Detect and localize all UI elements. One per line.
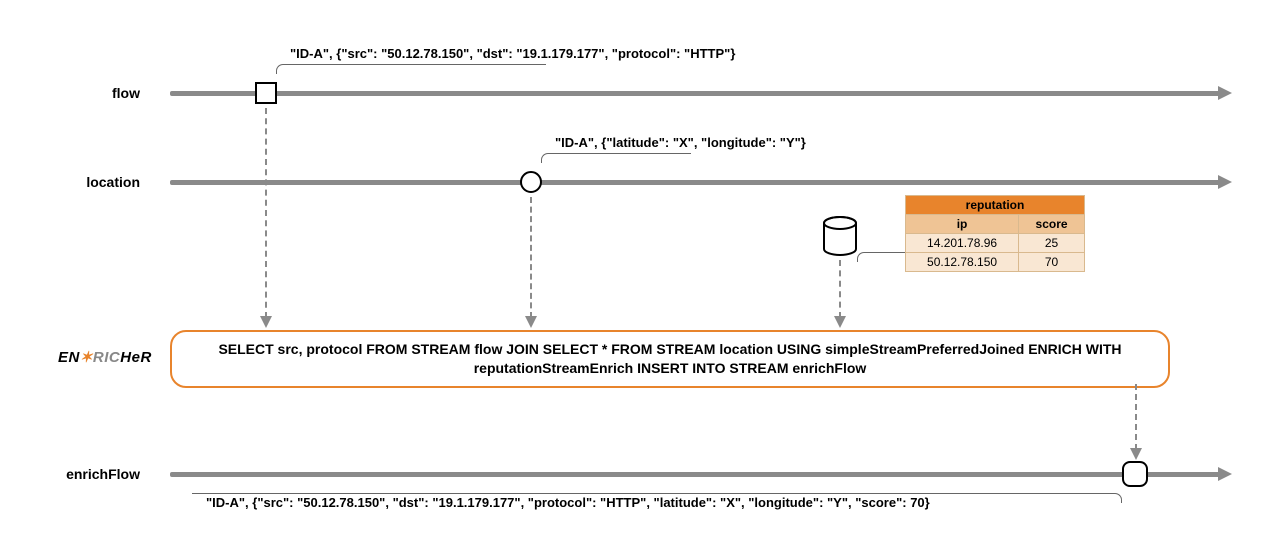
location-stream-arrowhead-icon <box>1218 175 1232 189</box>
location-event-marker-icon <box>520 171 542 193</box>
location-event-leader <box>541 153 691 163</box>
query-text: SELECT src, protocol FROM STREAM flow JO… <box>218 341 1121 376</box>
database-icon <box>822 216 858 256</box>
flow-event-leader <box>276 64 546 74</box>
reputation-header-score: score <box>1019 215 1085 234</box>
reputation-leader <box>857 252 905 262</box>
enricher-logo: EN✶RICHeR <box>58 348 152 366</box>
enrichflow-stream-line <box>170 472 1220 477</box>
stream-enrichment-diagram: flow "ID-A", {"src": "50.12.78.150", "ds… <box>0 0 1264 540</box>
location-to-query-arrowhead-icon <box>525 316 537 328</box>
reputation-table: reputation ip score 14.201.78.96 25 50.1… <box>905 195 1085 272</box>
enrichflow-stream-arrowhead-icon <box>1218 467 1232 481</box>
enrichflow-event-marker-icon <box>1122 461 1148 487</box>
location-stream-label: location <box>60 174 140 190</box>
query-to-enrichflow-arrowhead-icon <box>1130 448 1142 460</box>
db-to-query-arrow <box>839 260 841 318</box>
flow-stream-arrowhead-icon <box>1218 86 1232 100</box>
location-stream-line <box>170 180 1220 185</box>
reputation-header-ip: ip <box>906 215 1019 234</box>
db-to-query-arrowhead-icon <box>834 316 846 328</box>
reputation-table-title: reputation <box>906 196 1085 215</box>
enrichflow-stream-label: enrichFlow <box>40 466 140 482</box>
location-to-query-arrow <box>530 197 532 318</box>
table-row: 14.201.78.96 25 <box>906 234 1085 253</box>
query-to-enrichflow-arrow <box>1135 384 1137 450</box>
location-event-label: "ID-A", {"latitude": "X", "longitude": "… <box>555 135 806 150</box>
enrichflow-event-label: "ID-A", {"src": "50.12.78.150", "dst": "… <box>206 495 930 510</box>
flow-event-marker-icon <box>255 82 277 104</box>
flow-event-label: "ID-A", {"src": "50.12.78.150", "dst": "… <box>290 46 735 61</box>
table-row: 50.12.78.150 70 <box>906 253 1085 272</box>
flow-stream-label: flow <box>60 85 140 101</box>
flow-to-query-arrowhead-icon <box>260 316 272 328</box>
flow-stream-line <box>170 91 1220 96</box>
flow-to-query-arrow <box>265 108 267 318</box>
query-box: SELECT src, protocol FROM STREAM flow JO… <box>170 330 1170 388</box>
